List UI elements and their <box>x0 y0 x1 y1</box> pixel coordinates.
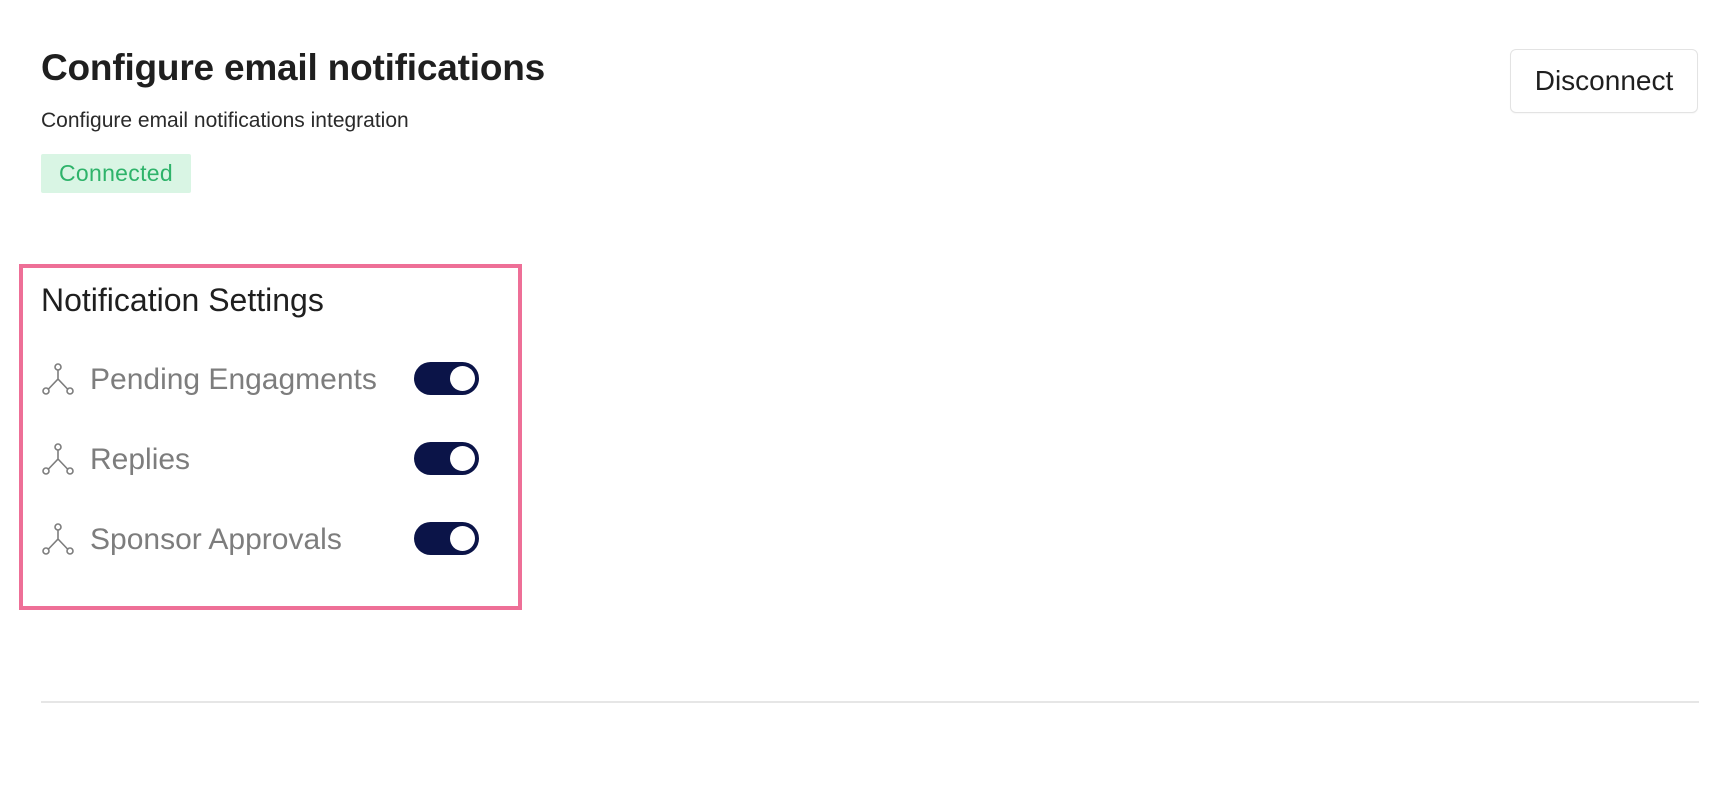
disconnect-button[interactable]: Disconnect <box>1510 49 1698 113</box>
status-badge: Connected <box>41 154 191 193</box>
setting-label-sponsor-approvals: Sponsor Approvals <box>90 523 342 556</box>
toggle-sponsor-approvals[interactable] <box>414 522 479 555</box>
section-divider <box>41 701 1699 703</box>
setting-row-pending-engagements: Pending Engagments <box>41 360 501 400</box>
setting-row-replies: Replies <box>41 440 501 480</box>
toggle-knob <box>450 526 475 551</box>
toggle-pending-engagements[interactable] <box>414 362 479 395</box>
setting-label-replies: Replies <box>90 443 191 476</box>
page-title: Configure email notifications <box>41 47 546 88</box>
toggle-replies[interactable] <box>414 442 479 475</box>
toggle-knob <box>450 446 475 471</box>
page-subtitle: Configure email notifications integratio… <box>41 109 409 132</box>
nodes-icon <box>42 523 74 555</box>
setting-label-pending-engagements: Pending Engagments <box>90 363 377 396</box>
nodes-icon <box>42 443 74 475</box>
setting-row-sponsor-approvals: Sponsor Approvals <box>41 520 501 560</box>
toggle-knob <box>450 366 475 391</box>
notification-settings-title: Notification Settings <box>41 282 324 318</box>
notification-settings-panel: Notification Settings Pending Engagments… <box>19 264 522 610</box>
nodes-icon <box>42 363 74 395</box>
